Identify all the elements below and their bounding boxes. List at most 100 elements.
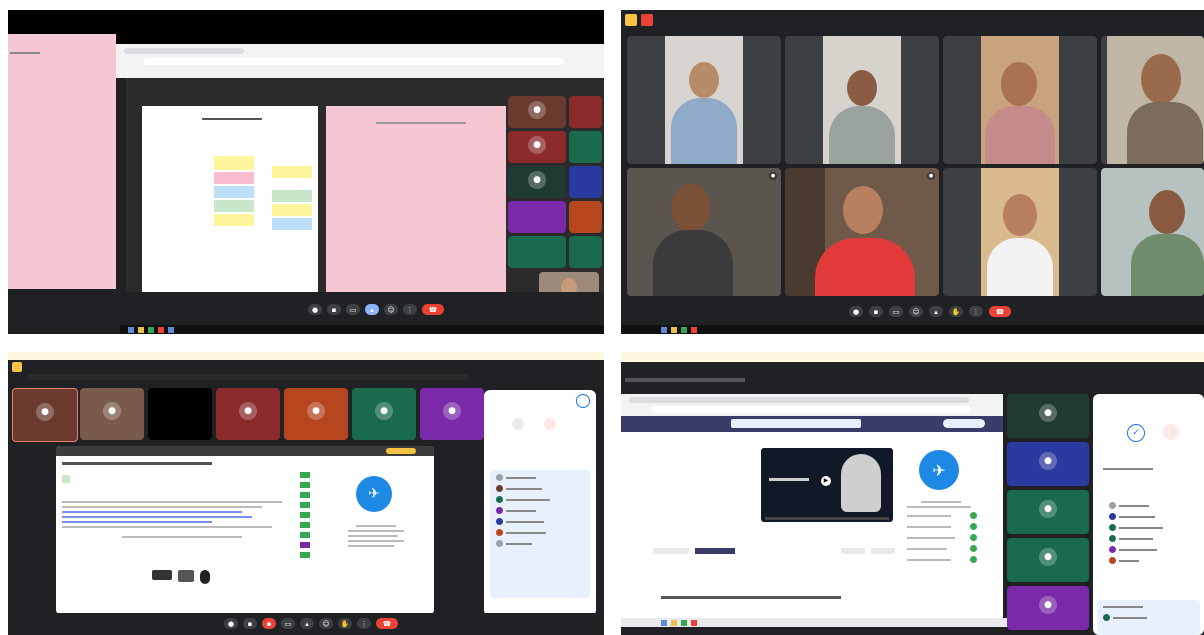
participant-tile[interactable]: [569, 236, 602, 268]
participant-tile[interactable]: [569, 166, 602, 198]
more-options-icon[interactable]: ⋮: [969, 306, 983, 317]
sticky-note[interactable]: [214, 156, 254, 170]
list-item[interactable]: [1109, 524, 1193, 531]
list-item[interactable]: [496, 507, 584, 514]
end-rooms-icon[interactable]: [1163, 424, 1179, 440]
list-item[interactable]: [1103, 614, 1194, 621]
checkbox-icon[interactable]: [300, 542, 310, 548]
participant-tile[interactable]: ●: [216, 388, 280, 440]
participant-tile[interactable]: [569, 96, 602, 128]
list-item[interactable]: [1109, 535, 1193, 542]
camera-icon[interactable]: ▪: [327, 304, 341, 315]
participant-tile[interactable]: ●: [627, 168, 781, 296]
hangup-icon[interactable]: ☎: [989, 306, 1011, 317]
sticky-note[interactable]: [214, 186, 254, 198]
taskbar-app-icon[interactable]: [691, 619, 697, 626]
present-icon[interactable]: ▴: [365, 304, 379, 315]
participant-tile[interactable]: [943, 168, 1097, 296]
list-item[interactable]: [496, 496, 584, 503]
taskbar-app-icon[interactable]: [168, 326, 174, 333]
taskbar-app-icon[interactable]: [681, 326, 687, 333]
address-bar[interactable]: [651, 406, 971, 413]
list-item[interactable]: [496, 518, 584, 525]
participant-tile[interactable]: ●: [508, 166, 566, 198]
camera-off-icon[interactable]: ▪: [262, 618, 276, 629]
browser-tab[interactable]: [124, 48, 244, 54]
taskbar-app-icon[interactable]: [148, 326, 154, 333]
participant-tile[interactable]: ●: [80, 388, 144, 440]
action-button[interactable]: [841, 548, 865, 554]
list-item[interactable]: [496, 529, 584, 536]
participant-tile[interactable]: [627, 36, 781, 164]
hangup-icon[interactable]: ☎: [376, 618, 398, 629]
sticky-note[interactable]: [214, 200, 254, 212]
participant-tile[interactable]: [569, 131, 602, 163]
taskbar-app-icon[interactable]: [158, 326, 164, 333]
checkbox-icon[interactable]: [300, 482, 310, 488]
checkbox-icon[interactable]: [300, 492, 310, 498]
checkbox-icon[interactable]: [300, 502, 310, 508]
tab-button[interactable]: [695, 548, 735, 554]
mic-icon[interactable]: ●: [308, 304, 322, 315]
participant-tile[interactable]: ●: [12, 388, 78, 442]
present-icon[interactable]: ▴: [300, 618, 314, 629]
checkbox-icon[interactable]: [300, 472, 310, 478]
camera-icon[interactable]: ▪: [243, 618, 257, 629]
taskbar-app-icon[interactable]: [681, 619, 687, 626]
list-item[interactable]: [1109, 502, 1193, 509]
list-item[interactable]: [1109, 557, 1193, 564]
taskbar-app-icon[interactable]: [138, 326, 144, 333]
participant-tile[interactable]: [508, 201, 566, 233]
tab-button[interactable]: [653, 548, 689, 554]
video-progress[interactable]: [765, 517, 889, 520]
reactions-icon[interactable]: ☺: [909, 306, 923, 317]
participant-tile[interactable]: [785, 36, 939, 164]
captions-icon[interactable]: ▭: [346, 304, 360, 315]
taskbar-app-icon[interactable]: [671, 326, 677, 333]
raise-hand-icon[interactable]: ✋: [338, 618, 352, 629]
list-item[interactable]: [1109, 513, 1193, 520]
sticky-note[interactable]: [272, 190, 312, 202]
pin-icon[interactable]: ●: [927, 172, 935, 180]
participant-tile[interactable]: [1101, 168, 1204, 296]
checkbox-icon[interactable]: [300, 552, 310, 558]
participant-tile[interactable]: ●: [1007, 586, 1089, 630]
participant-tile[interactable]: ●: [352, 388, 416, 440]
participant-tile[interactable]: ●: [1007, 442, 1089, 486]
sticky-note[interactable]: [272, 166, 312, 178]
more-options-icon[interactable]: ⋮: [403, 304, 417, 315]
list-item[interactable]: [496, 474, 584, 481]
sticky-note[interactable]: [214, 214, 254, 226]
checkbox-icon[interactable]: [300, 532, 310, 538]
participant-tile[interactable]: [569, 201, 602, 233]
participant-tile[interactable]: [943, 36, 1097, 164]
participant-tile[interactable]: ●: [284, 388, 348, 440]
play-icon[interactable]: ▶: [821, 476, 831, 486]
video-player[interactable]: ▶: [761, 448, 893, 522]
taskbar-app-icon[interactable]: [128, 326, 134, 333]
checkbox-icon[interactable]: [300, 512, 310, 518]
participant-tile[interactable]: [1101, 36, 1204, 164]
participant-tile[interactable]: ●: [1007, 538, 1089, 582]
join-button[interactable]: [943, 419, 985, 428]
sticky-note[interactable]: [272, 218, 312, 230]
pin-icon[interactable]: ●: [769, 172, 777, 180]
check-icon[interactable]: ✓: [1127, 424, 1145, 442]
list-item[interactable]: [496, 540, 584, 547]
join-button[interactable]: [386, 448, 416, 454]
reactions-icon[interactable]: ☺: [319, 618, 333, 629]
taskbar-app-icon[interactable]: [661, 619, 667, 626]
camera-icon[interactable]: ▪: [869, 306, 883, 317]
mic-icon[interactable]: ●: [849, 306, 863, 317]
participant-tile[interactable]: ●: [420, 388, 484, 440]
checkbox-icon[interactable]: [300, 522, 310, 528]
captions-icon[interactable]: ▭: [889, 306, 903, 317]
more-options-icon[interactable]: ⋮: [357, 618, 371, 629]
close-icon[interactable]: [576, 394, 590, 408]
participant-tile[interactable]: ●: [508, 96, 566, 128]
breakout-icon[interactable]: [512, 418, 524, 430]
sticky-note[interactable]: [272, 204, 312, 216]
sticky-note[interactable]: [214, 172, 254, 184]
room-card[interactable]: [1097, 600, 1200, 635]
raise-hand-icon[interactable]: ✋: [949, 306, 963, 317]
